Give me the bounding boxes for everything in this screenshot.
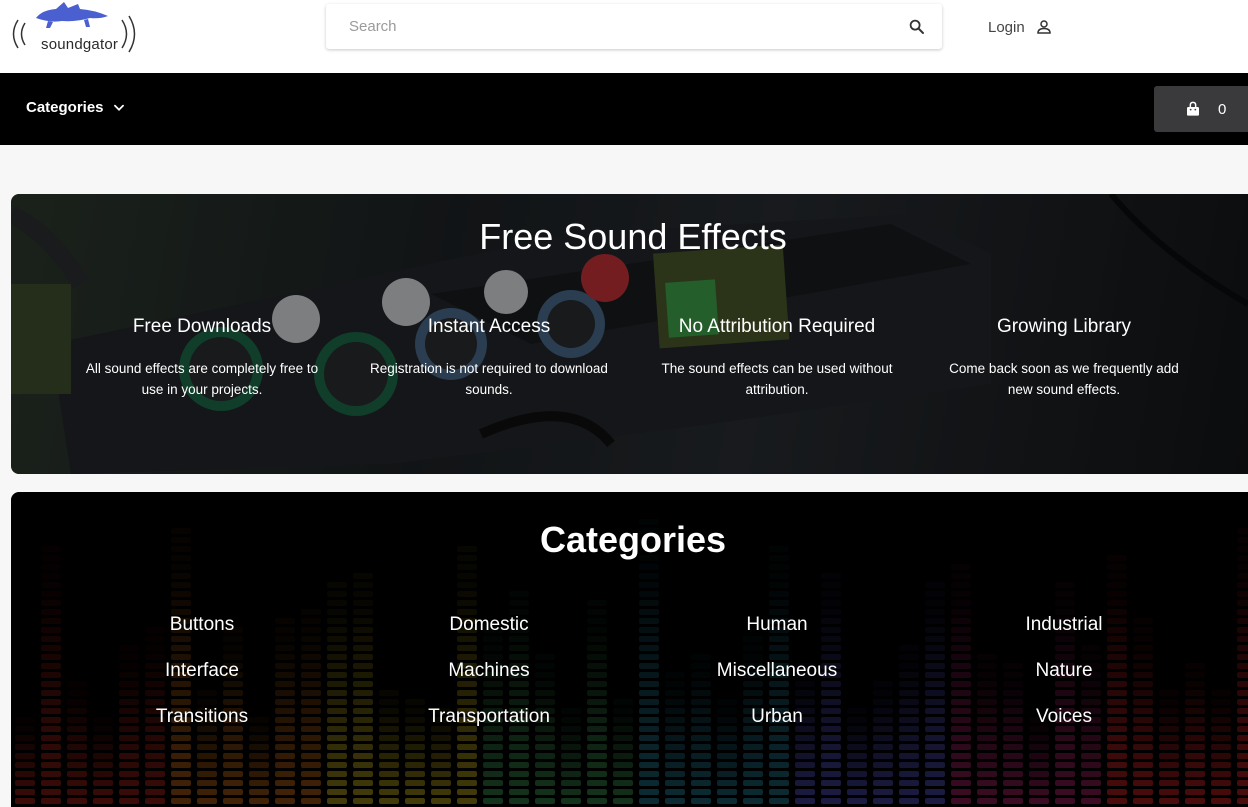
- category-link-nature[interactable]: Nature: [934, 660, 1194, 682]
- search-icon[interactable]: [908, 18, 926, 36]
- feature-description: The sound effects can be used without at…: [661, 361, 893, 397]
- soundgator-logo[interactable]: soundgator: [6, 0, 142, 60]
- categories-dropdown-label: Categories: [26, 99, 104, 116]
- categories-section: Categories Buttons Domestic Human Indust…: [11, 492, 1248, 807]
- category-link-buttons[interactable]: Buttons: [72, 614, 332, 636]
- categories-title: Categories: [539, 519, 727, 560]
- feature-growing-library: Growing Library Come back soon as we fre…: [934, 316, 1194, 400]
- chevron-down-icon: [113, 104, 124, 111]
- category-link-miscellaneous[interactable]: Miscellaneous: [647, 660, 907, 682]
- category-link-industrial[interactable]: Industrial: [934, 614, 1194, 636]
- cart-count: 0: [1218, 100, 1227, 118]
- user-icon: [1036, 20, 1051, 34]
- login-label: Login: [988, 18, 1025, 36]
- category-link-transportation[interactable]: Transportation: [359, 706, 619, 728]
- feature-description: All sound effects are completely free to…: [85, 361, 319, 397]
- feature-instant-access: Instant Access Registration is not requi…: [359, 316, 619, 400]
- feature-title: Growing Library: [996, 316, 1132, 337]
- feature-title: Instant Access: [427, 316, 551, 337]
- login-link[interactable]: Login: [988, 17, 1053, 37]
- hero-title: Free Sound Effects: [479, 216, 787, 257]
- feature-title: Free Downloads: [132, 316, 272, 337]
- brand-name: soundgator: [41, 36, 119, 53]
- shopping-bag-icon: [1187, 101, 1199, 116]
- category-link-voices[interactable]: Voices: [934, 706, 1194, 728]
- main-navbar: Categories 0: [0, 73, 1248, 145]
- category-link-urban[interactable]: Urban: [647, 706, 907, 728]
- category-link-human[interactable]: Human: [647, 614, 907, 636]
- category-link-interface[interactable]: Interface: [72, 660, 332, 682]
- top-header: soundgator Login: [0, 0, 1248, 73]
- hero-banner: Free Sound Effects Free Downloads All so…: [11, 194, 1248, 474]
- feature-description: Registration is not required to download…: [370, 361, 608, 397]
- feature-description: Come back soon as we frequently add new …: [949, 361, 1179, 397]
- category-link-machines[interactable]: Machines: [359, 660, 619, 682]
- cart-button[interactable]: 0: [1154, 86, 1248, 132]
- feature-free-downloads: Free Downloads All sound effects are com…: [72, 316, 332, 400]
- category-link-transitions[interactable]: Transitions: [72, 706, 332, 728]
- feature-title: No Attribution Required: [678, 316, 876, 337]
- category-link-domestic[interactable]: Domestic: [359, 614, 619, 636]
- feature-no-attribution: No Attribution Required The sound effect…: [647, 316, 907, 400]
- search-bar: [326, 4, 942, 49]
- categories-dropdown[interactable]: Categories: [26, 99, 126, 116]
- search-input[interactable]: [326, 4, 896, 49]
